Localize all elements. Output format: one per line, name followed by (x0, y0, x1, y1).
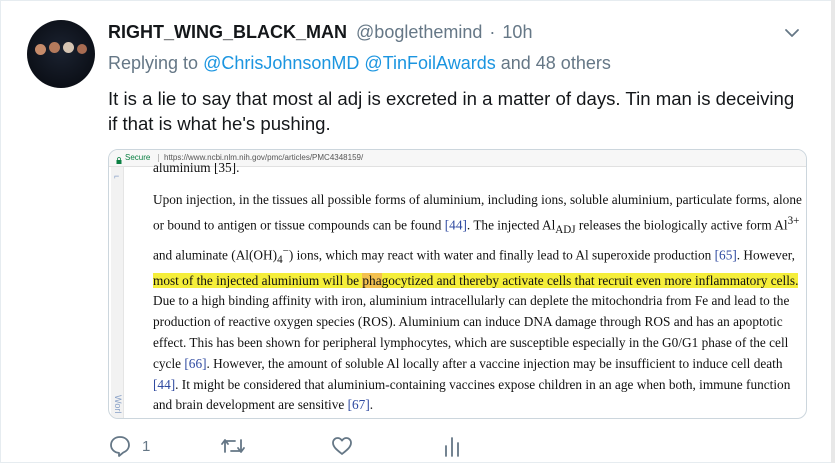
reply-icon (108, 434, 132, 458)
reply-count: 1 (142, 437, 151, 455)
avatar-image-moon (49, 42, 60, 53)
tweet-text: It is a lie to say that most al adj is e… (108, 88, 795, 134)
article-paragraph: Upon injection, in the tissues all possi… (153, 192, 802, 413)
lock-icon (116, 154, 122, 164)
like-icon (330, 434, 354, 458)
avatar[interactable] (27, 20, 95, 88)
user-handle[interactable]: @boglethemind (356, 22, 482, 42)
citation-link: [66] (184, 355, 207, 371)
mention-link[interactable]: @TinFoilAwards (364, 53, 495, 73)
tweet-actions: 1 (108, 434, 468, 458)
display-name[interactable]: RIGHT_WING_BLACK_MAN (108, 22, 347, 42)
citation-link: [65] (714, 247, 737, 263)
highlighted-text: most of the injected aluminium will be (153, 272, 363, 288)
highlighted-text: gocytized and thereby activate cells tha… (381, 272, 799, 288)
embedded-image[interactable]: Secure https://www.ncbi.nlm.nih.gov/pmc/… (108, 149, 807, 419)
timestamp[interactable]: 10h (502, 22, 532, 42)
separator-dot: · (489, 22, 496, 42)
analytics-icon (442, 434, 462, 458)
secure-label: Secure (125, 153, 151, 162)
analytics-button[interactable] (442, 434, 462, 458)
like-button[interactable] (330, 434, 354, 458)
citation-link: [44] (444, 217, 467, 233)
page-side-rail: ⌐ Worl (111, 167, 124, 418)
retweet-icon (220, 434, 246, 458)
mention-link[interactable]: @ChrisJohnsonMD (203, 53, 359, 73)
tweet-header: RIGHT_WING_BLACK_MAN @boglethemind · 10h (108, 21, 532, 43)
citation-link: [44] (153, 376, 176, 392)
replying-others[interactable]: and 48 others (501, 53, 611, 73)
avatar-image-moon (77, 44, 87, 54)
avatar-image-moon (63, 42, 74, 53)
cut-off-line: aluminium [35]. (153, 163, 240, 175)
rail-marker: ⌐ (114, 171, 120, 181)
highlighted-text: pha (362, 272, 382, 288)
replying-prefix: Replying to (108, 53, 199, 73)
retweet-button[interactable] (220, 434, 246, 458)
article-excerpt: aluminium [35]. Upon injection, in the t… (153, 163, 803, 416)
url-separator (158, 154, 159, 162)
reply-button[interactable]: 1 (108, 434, 150, 458)
citation-link: [67] (347, 397, 370, 413)
scrollbar[interactable] (831, 0, 835, 463)
avatar-image-moon (35, 44, 46, 55)
rail-text: Worl (113, 395, 123, 414)
chevron-down-icon[interactable] (784, 25, 800, 41)
replying-to: Replying to @ChrisJohnsonMD @TinFoilAwar… (108, 52, 611, 74)
